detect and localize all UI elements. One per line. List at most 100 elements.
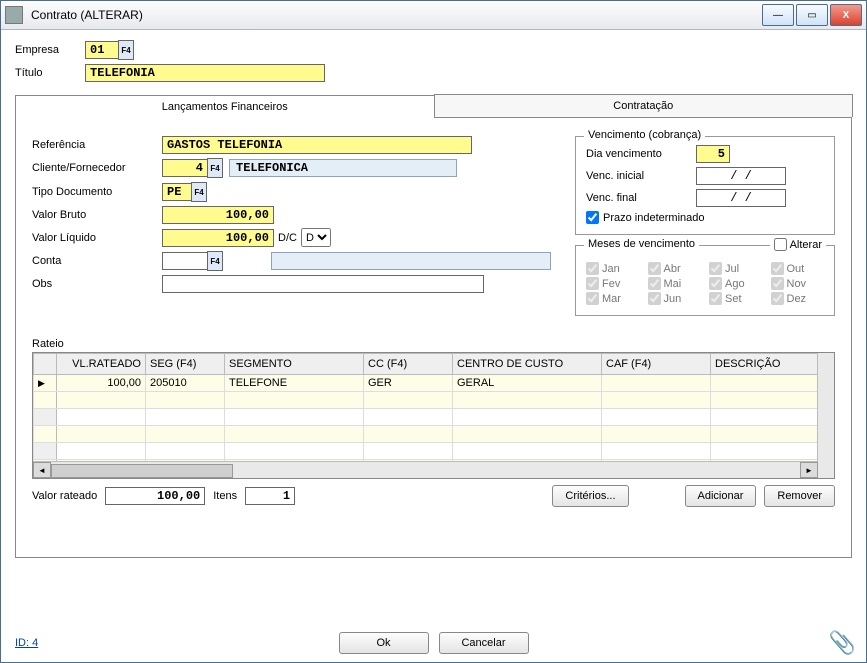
mes-mar-label: Mar	[602, 293, 621, 305]
itens-display: 1	[245, 487, 295, 505]
referencia-label: Referência	[32, 139, 162, 151]
mes-fev-checkbox	[586, 277, 599, 290]
adicionar-button[interactable]: Adicionar	[685, 485, 757, 507]
left-column: Referência GASTOS TELEFONIA Cliente/Forn…	[32, 136, 559, 326]
app-icon	[5, 6, 23, 24]
close-button[interactable]: X	[830, 4, 862, 26]
dc-label: D/C	[278, 232, 297, 244]
cell-cc[interactable]: GER	[364, 375, 453, 392]
table-row[interactable]: ▶ 100,00 205010 TELEFONE GER GERAL	[34, 375, 834, 392]
conta-f4-button[interactable]: F4	[207, 251, 223, 271]
grid-vertical-scrollbar[interactable]	[817, 353, 834, 478]
valorliquido-field[interactable]: 100,00	[162, 229, 274, 247]
cancelar-button[interactable]: Cancelar	[439, 632, 529, 654]
cell-caf[interactable]	[602, 375, 711, 392]
mes-mai-checkbox	[648, 277, 661, 290]
attachment-icon[interactable]: 📎	[829, 630, 856, 656]
mes-abr-label: Abr	[664, 263, 681, 275]
mes-fev-label: Fev	[602, 278, 620, 290]
itens-label: Itens	[213, 490, 237, 502]
vencimento-legend: Vencimento (cobrança)	[584, 129, 705, 141]
mes-jul-checkbox	[709, 262, 722, 275]
criterios-button[interactable]: Critérios...	[552, 485, 628, 507]
col-seg[interactable]: SEG (F4)	[146, 354, 225, 375]
cell-desc[interactable]	[711, 375, 834, 392]
valorbruto-field[interactable]: 100,00	[162, 206, 274, 224]
scroll-right-button[interactable]: ►	[800, 462, 818, 478]
col-centro[interactable]: CENTRO DE CUSTO	[453, 354, 602, 375]
col-cc[interactable]: CC (F4)	[364, 354, 453, 375]
tipodoc-label: Tipo Documento	[32, 186, 162, 198]
alterar-label: Alterar	[790, 239, 822, 251]
mes-ago-checkbox	[709, 277, 722, 290]
meses-legend: Meses de vencimento	[584, 238, 699, 250]
mes-set-label: Set	[725, 293, 742, 305]
cliente-nome-display: TELEFONICA	[229, 159, 457, 177]
col-vlrateado[interactable]: VL.RATEADO	[57, 354, 146, 375]
row-pointer-icon: ▶	[38, 378, 45, 388]
cell-centro[interactable]: GERAL	[453, 375, 602, 392]
tab-contratacao[interactable]: Contratação	[434, 94, 854, 117]
right-column: Vencimento (cobrança) Dia vencimento 5 V…	[575, 136, 835, 326]
valorbruto-label: Valor Bruto	[32, 209, 162, 221]
col-desc[interactable]: DESCRIÇÃO	[711, 354, 834, 375]
vencinicial-field[interactable]: / /	[696, 167, 786, 185]
window-title: Contrato (ALTERAR)	[27, 8, 760, 22]
empresa-f4-button[interactable]: F4	[118, 40, 134, 60]
diavenc-field[interactable]: 5	[696, 145, 730, 163]
conta-desc-display	[271, 252, 551, 270]
titulo-label: Título	[15, 67, 85, 79]
cell-vl[interactable]: 100,00	[57, 375, 146, 392]
rateio-grid[interactable]: VL.RATEADO SEG (F4) SEGMENTO CC (F4) CEN…	[32, 352, 835, 479]
mes-abr-checkbox	[648, 262, 661, 275]
conta-label: Conta	[32, 255, 162, 267]
vencfinal-field[interactable]: / /	[696, 189, 786, 207]
cell-segmento[interactable]: TELEFONE	[225, 375, 364, 392]
tab-lancamentos[interactable]: Lançamentos Financeiros	[15, 95, 435, 118]
cliente-code-field[interactable]: 4	[162, 159, 208, 177]
id-link[interactable]: ID: 4	[15, 637, 38, 649]
mes-dez-label: Dez	[787, 293, 807, 305]
footer: ID: 4 Ok Cancelar 📎	[1, 632, 866, 654]
mes-jan-label: Jan	[602, 263, 620, 275]
scroll-left-button[interactable]: ◄	[33, 462, 51, 478]
referencia-field[interactable]: GASTOS TELEFONIA	[162, 136, 472, 154]
grid-horizontal-scrollbar[interactable]: ◄ ►	[33, 461, 818, 478]
mes-out-label: Out	[787, 263, 805, 275]
window-body: Empresa 01 F4 Título TELEFONIA Lançament…	[1, 30, 866, 568]
mes-jan-checkbox	[586, 262, 599, 275]
cell-seg[interactable]: 205010	[146, 375, 225, 392]
valorliquido-label: Valor Líquido	[32, 232, 162, 244]
mes-mai-label: Mai	[664, 278, 682, 290]
col-caf[interactable]: CAF (F4)	[602, 354, 711, 375]
prazo-indeterminado-label: Prazo indeterminado	[603, 212, 705, 224]
conta-field[interactable]	[162, 252, 208, 270]
empresa-field[interactable]: 01	[85, 41, 119, 59]
alterar-checkbox[interactable]	[774, 238, 787, 251]
scroll-thumb[interactable]	[51, 464, 233, 478]
tipodoc-f4-button[interactable]: F4	[191, 182, 207, 202]
prazo-indeterminado-checkbox[interactable]	[586, 211, 599, 224]
empresa-label: Empresa	[15, 44, 85, 56]
tipodoc-field[interactable]: PE	[162, 183, 192, 201]
titulo-field[interactable]: TELEFONIA	[85, 64, 325, 82]
obs-label: Obs	[32, 278, 162, 290]
cliente-f4-button[interactable]: F4	[207, 158, 223, 178]
minimize-button[interactable]: —	[762, 4, 794, 26]
valor-rateado-label: Valor rateado	[32, 490, 97, 502]
ok-button[interactable]: Ok	[339, 632, 429, 654]
cliente-label: Cliente/Fornecedor	[32, 162, 162, 174]
maximize-button[interactable]: ▭	[796, 4, 828, 26]
dc-select[interactable]: D	[301, 228, 331, 247]
tabs: Lançamentos Financeiros Contratação	[15, 94, 852, 118]
vencinicial-label: Venc. inicial	[586, 170, 696, 182]
obs-field[interactable]	[162, 275, 484, 293]
valor-rateado-display: 100,00	[105, 487, 205, 505]
mes-mar-checkbox	[586, 292, 599, 305]
col-segmento[interactable]: SEGMENTO	[225, 354, 364, 375]
mes-set-checkbox	[709, 292, 722, 305]
mes-jul-label: Jul	[725, 263, 739, 275]
remover-button[interactable]: Remover	[764, 485, 835, 507]
mes-nov-label: Nov	[787, 278, 807, 290]
meses-group: Meses de vencimento Alterar Jan Abr Jul …	[575, 245, 835, 316]
